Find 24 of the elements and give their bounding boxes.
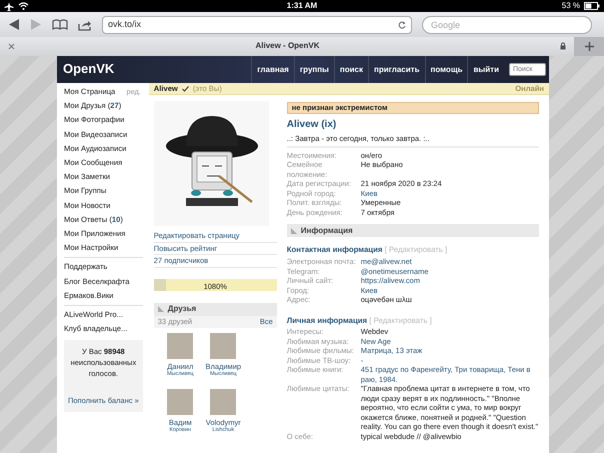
url-text: ovk.to/ix bbox=[108, 18, 142, 30]
plus-icon bbox=[584, 42, 594, 52]
battery-percentage: 53 % bbox=[562, 1, 580, 11]
new-tab-button[interactable] bbox=[574, 36, 604, 56]
close-icon[interactable] bbox=[8, 42, 15, 50]
section-title: Информация bbox=[300, 226, 353, 236]
airplane-icon bbox=[4, 2, 14, 10]
lock-icon bbox=[560, 42, 566, 50]
friends-title: Друзья bbox=[168, 304, 196, 314]
profile-name: Alivew (ix) bbox=[286, 119, 338, 132]
corner-icon bbox=[158, 306, 164, 312]
search-field[interactable]: Google bbox=[422, 16, 592, 34]
back-icon[interactable] bbox=[8, 18, 20, 31]
share-icon[interactable] bbox=[78, 18, 92, 30]
browser-tab[interactable]: Alivew - OpenVK bbox=[0, 36, 574, 56]
tab-title: Alivew - OpenVK bbox=[254, 41, 320, 51]
status-time: 1:31 AM bbox=[286, 1, 318, 11]
battery-icon bbox=[584, 2, 600, 10]
corner-icon bbox=[290, 228, 297, 234]
wifi-icon bbox=[18, 2, 29, 10]
book-icon[interactable] bbox=[52, 19, 68, 30]
logo[interactable]: OpenVK bbox=[63, 61, 114, 78]
reload-icon[interactable] bbox=[398, 20, 406, 28]
address-field[interactable]: ovk.to/ix bbox=[102, 16, 412, 34]
